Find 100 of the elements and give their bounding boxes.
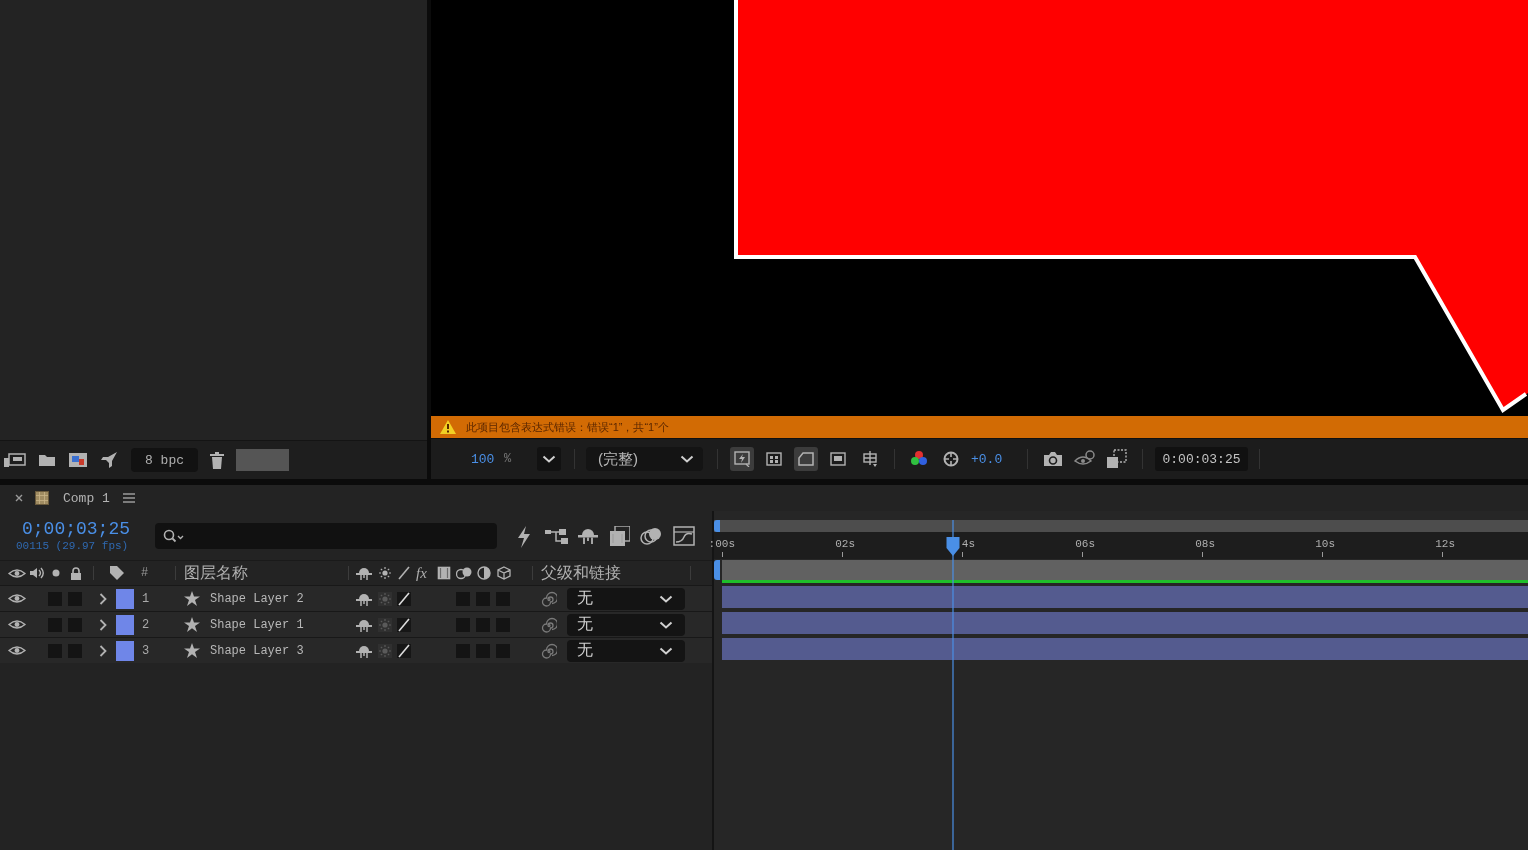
- zoom-dropdown[interactable]: [537, 447, 561, 471]
- preview-swatch: [236, 449, 289, 471]
- star-icon: [184, 591, 200, 606]
- slash-icon[interactable]: [397, 591, 411, 606]
- spiral-icon[interactable]: [541, 616, 557, 633]
- tick-mark: [1442, 552, 1443, 557]
- label-swatch-icon[interactable]: [116, 640, 134, 661]
- layer-name[interactable]: Shape Layer 3: [210, 643, 346, 658]
- shy-switch-icon[interactable]: [356, 617, 372, 632]
- rocket-icon[interactable]: [100, 451, 118, 469]
- navigator-handle-icon[interactable]: [714, 520, 720, 532]
- speaker-icon: [29, 567, 45, 579]
- lock-icon: [70, 566, 82, 580]
- label-swatch-icon[interactable]: [116, 614, 134, 635]
- two-squares-icon[interactable]: [1106, 449, 1128, 469]
- film-icon: [437, 566, 451, 580]
- half-circle-icon: [477, 566, 491, 580]
- chevron-right-icon[interactable]: [99, 592, 107, 605]
- tick-mark: [962, 552, 963, 557]
- slash-icon[interactable]: [397, 617, 411, 632]
- lightning-screen-icon: [734, 451, 750, 467]
- parent-column-header: 父级和链接: [541, 562, 622, 583]
- footage-icon[interactable]: [4, 452, 26, 468]
- cube-icon: [497, 566, 511, 580]
- label-swatch-icon[interactable]: [116, 588, 134, 609]
- aperture-icon[interactable]: [943, 451, 959, 467]
- resolution-dropdown[interactable]: (完整): [586, 447, 703, 471]
- shy-switch-icon[interactable]: [356, 643, 372, 658]
- region-icon: [830, 451, 846, 467]
- layer-name-column-header: 图层名称: [184, 562, 249, 583]
- menu-icon[interactable]: [122, 493, 135, 503]
- eye-icon[interactable]: [8, 645, 26, 656]
- slash-icon: [397, 566, 411, 580]
- playhead[interactable]: [944, 520, 961, 850]
- grid-icon: [862, 451, 878, 467]
- composition-icon[interactable]: [68, 452, 88, 468]
- mask-path-icon: [798, 451, 814, 467]
- eye-icon[interactable]: [8, 619, 26, 630]
- snapshot-icon[interactable]: [1074, 450, 1096, 468]
- spiral-icon[interactable]: [541, 642, 557, 659]
- film-stack-icon[interactable]: [610, 526, 630, 546]
- zoom-unit: %: [504, 452, 512, 466]
- ruler-label: 02s: [835, 538, 855, 551]
- tick-mark: [842, 552, 843, 557]
- chevron-right-icon[interactable]: [99, 644, 107, 657]
- sun-icon: [378, 566, 392, 580]
- chevron-right-icon[interactable]: [99, 618, 107, 631]
- layer-name[interactable]: Shape Layer 1: [210, 617, 346, 632]
- zoom-value[interactable]: 100: [471, 451, 495, 467]
- number-column-header: #: [141, 566, 150, 580]
- eye-icon[interactable]: [8, 593, 26, 604]
- ruler-label: 4s: [961, 538, 975, 551]
- shy-switch-icon[interactable]: [356, 591, 372, 606]
- trash-icon[interactable]: [210, 451, 224, 469]
- dot-icon: [52, 569, 60, 577]
- tick-mark: [722, 552, 723, 557]
- view-toggle-button[interactable]: [730, 447, 754, 471]
- circles-icon: [456, 566, 472, 580]
- layer-name[interactable]: Shape Layer 2: [210, 591, 346, 606]
- search-field[interactable]: [155, 523, 497, 549]
- chevron-down-icon: [659, 646, 673, 655]
- composition-tab[interactable]: Comp 1: [63, 490, 110, 506]
- slash-icon[interactable]: [397, 643, 411, 658]
- tick-mark: [1202, 552, 1203, 557]
- rgb-circles-icon[interactable]: [910, 450, 928, 468]
- parent-dropdown[interactable]: 无: [567, 587, 685, 610]
- camera-icon[interactable]: [1043, 451, 1063, 467]
- layer-number: 2: [142, 617, 151, 632]
- warning-text: 此项目包含表达式错误：错误“1”，共“1”个: [466, 419, 669, 435]
- warning-icon: [440, 420, 456, 434]
- parent-dropdown[interactable]: 无: [567, 639, 685, 662]
- close-icon[interactable]: [15, 494, 23, 502]
- tick-mark: [1322, 552, 1323, 557]
- flowchart-icon[interactable]: [545, 526, 568, 546]
- composition-icon: [35, 491, 49, 505]
- spiral-icon[interactable]: [541, 590, 557, 607]
- graph-icon[interactable]: [673, 526, 695, 546]
- view-toggle-button[interactable]: [794, 447, 818, 471]
- folder-icon[interactable]: [38, 453, 56, 467]
- bit-depth-button[interactable]: 8 bpc: [131, 448, 198, 472]
- parent-dropdown[interactable]: 无: [567, 613, 685, 636]
- circles-icon[interactable]: [640, 526, 662, 546]
- search-icon: [163, 529, 185, 543]
- shy-switch-icon: [356, 566, 372, 580]
- current-time-display[interactable]: 0;00;03;25: [22, 518, 141, 540]
- layer-number: 1: [142, 591, 151, 606]
- ruler-label: 12s: [1435, 538, 1455, 551]
- shy-switch-icon[interactable]: [578, 526, 598, 544]
- exposure-value[interactable]: +0.0: [971, 451, 1003, 467]
- lightning-icon[interactable]: [515, 526, 533, 548]
- eye-icon: [8, 567, 26, 579]
- timecode-field[interactable]: 0:00:03:25: [1155, 447, 1248, 471]
- checker-icon: [766, 451, 782, 467]
- ruler-label: 06s: [1075, 538, 1095, 551]
- chevron-down-icon: [659, 594, 673, 603]
- effects-column-header: fx: [416, 565, 428, 581]
- layer-number: 3: [142, 643, 151, 658]
- chevron-down-icon: [542, 455, 556, 463]
- star-icon: [184, 617, 200, 632]
- work-area-handle-icon[interactable]: [714, 560, 720, 580]
